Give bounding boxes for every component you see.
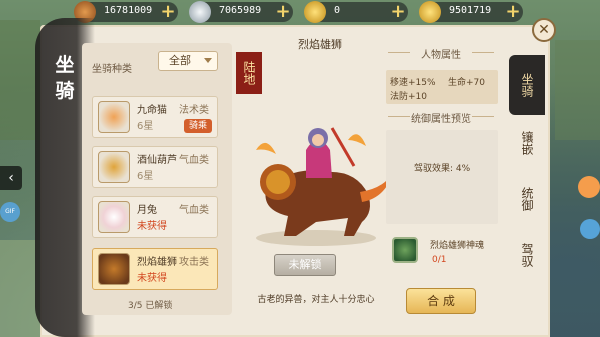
- currency-ingot-value: 0: [334, 5, 341, 16]
- mount-type: 法术类: [179, 105, 209, 116]
- lion-avatar-icon: [98, 253, 130, 285]
- side-tabs: 坐骑 镶嵌 统御 驾驭: [509, 55, 549, 315]
- tab-command[interactable]: 统御: [509, 169, 545, 229]
- mount-status: 未获得: [137, 273, 167, 284]
- selected-mount-name: 烈焰雄狮: [298, 38, 342, 51]
- mount-name: 月兔: [137, 205, 157, 216]
- mount-status: 6星: [137, 121, 154, 132]
- gold-ingot-icon: [419, 1, 441, 23]
- gold-ingot-icon: [304, 1, 326, 23]
- currency-gold-value: 9501719: [449, 5, 492, 16]
- cat-avatar-icon: [98, 101, 130, 133]
- add-gold-button[interactable]: +: [503, 2, 523, 22]
- mount-name: 九命猫: [137, 105, 167, 116]
- currency-silver: 7065989 +: [189, 1, 293, 23]
- attribute-item: 移速+15%: [390, 78, 436, 88]
- currency-ingot: 0 +: [304, 1, 408, 23]
- left-nav-button[interactable]: ‹: [0, 166, 22, 190]
- gourd-avatar-icon: [98, 151, 130, 183]
- mount-soul-icon[interactable]: [392, 237, 418, 263]
- mount-type: 气血类: [179, 205, 209, 216]
- mount-description: 古老的异兽，对主人十分忠心: [257, 295, 375, 305]
- rabbit-avatar-icon: [98, 201, 130, 233]
- attributes-title: 人物属性: [380, 46, 502, 61]
- filter-label: 坐骑种类: [92, 64, 132, 75]
- mount-list-item[interactable]: 九命猫 法术类 6星 骑乘: [92, 96, 218, 138]
- mount-status: 6星: [137, 171, 154, 182]
- mount-illustration: [256, 127, 394, 246]
- control-effect-box: [386, 130, 498, 224]
- control-title: 统御属性预览: [380, 110, 502, 125]
- close-button[interactable]: ✕: [532, 18, 556, 42]
- mount-status: 未获得: [137, 221, 167, 232]
- page-title: 坐骑: [55, 54, 75, 102]
- side-widget-icon[interactable]: [578, 176, 600, 198]
- combine-button[interactable]: 合 成: [406, 288, 476, 314]
- mount-type: 气血类: [179, 155, 209, 166]
- silver-icon: [189, 1, 211, 23]
- terrain-badge: 陆地: [236, 52, 262, 94]
- mount-name: 烈焰雄狮: [137, 257, 177, 268]
- mount-list-item-selected[interactable]: 烈焰雄狮 攻击类 未获得: [92, 248, 218, 290]
- tab-inlay[interactable]: 镶嵌: [509, 113, 545, 173]
- chevron-down-icon: [204, 58, 212, 63]
- add-silver-button[interactable]: +: [273, 2, 293, 22]
- control-effect-text: 驾驭效果: 4%: [414, 164, 471, 174]
- riding-badge: 骑乘: [184, 119, 212, 133]
- mount-name: 酒仙葫芦: [137, 155, 177, 166]
- unlock-button[interactable]: 未解锁: [274, 254, 336, 276]
- currency-silver-value: 7065989: [219, 5, 262, 16]
- tab-ride[interactable]: 驾驭: [509, 225, 545, 285]
- add-ingot-button[interactable]: +: [388, 2, 408, 22]
- mount-list-item[interactable]: 月兔 气血类 未获得: [92, 196, 218, 238]
- gif-badge[interactable]: GIF: [0, 202, 20, 222]
- attribute-item: 法防+10: [390, 92, 427, 102]
- mount-soul-name: 烈焰雄狮神魂: [430, 241, 485, 251]
- side-widget-icon-2[interactable]: [580, 219, 600, 239]
- tab-mount[interactable]: 坐骑: [509, 55, 545, 115]
- mount-type: 攻击类: [179, 257, 209, 268]
- filter-value: 全部: [169, 54, 191, 67]
- filter-dropdown[interactable]: 全部: [158, 51, 218, 71]
- currency-coin-value: 16781009: [104, 5, 153, 16]
- currency-gold: 9501719 +: [419, 1, 523, 23]
- attribute-item: 生命+70: [448, 78, 485, 88]
- add-coin-button[interactable]: +: [158, 2, 178, 22]
- mount-list-item[interactable]: 酒仙葫芦 气血类 6星: [92, 146, 218, 188]
- unlocked-count: 3/5 已解锁: [128, 301, 173, 311]
- mount-soul-count: 0/1: [432, 255, 447, 265]
